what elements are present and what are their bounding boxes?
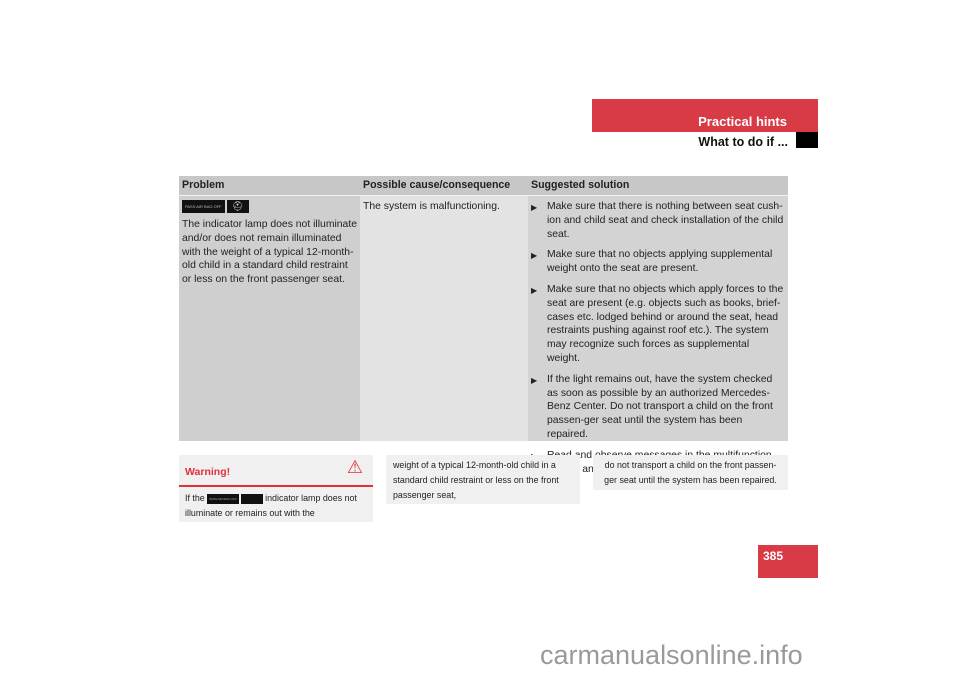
cause-text: The system is malfunctioning. (363, 201, 500, 212)
page-number: 385 (758, 545, 818, 578)
solution-cell: ▶ Make sure that there is nothing between… (528, 195, 788, 475)
subsection-title: What to do if ... (698, 135, 788, 149)
warning-triangle-icon: ⚠ (346, 457, 363, 477)
warning-title: Warning! (185, 466, 231, 478)
solution-item: ▶ Make sure that no objects which apply f… (531, 283, 784, 364)
bullet-arrow-icon: ▶ (531, 285, 538, 295)
section-title: Practical hints (698, 114, 787, 129)
solution-item: ▶ If the light remains out, have the syst… (531, 373, 773, 440)
column-header-solution: Suggested solution (528, 176, 788, 195)
watermark: carmanualsonline.info (540, 640, 803, 670)
warning-continuation-2: do not transport a child on the front pa… (593, 455, 788, 490)
airbag-off-lamp-icon: PASS AIR BAG OFF (207, 493, 239, 504)
warning-box: Warning! ⚠ If the PASS AIR BAG OFF indica… (179, 455, 373, 522)
section-band: Practical hints (592, 99, 818, 132)
section-marker (796, 132, 818, 148)
column-header-cause: Possible cause/consequence (360, 176, 528, 195)
child-seat-icon: ⛑ (226, 200, 249, 213)
warning-text: If the PASS AIR BAG OFF indicator lamp d… (185, 493, 357, 518)
troubleshooting-table: Problem Possible cause/consequence Sugge… (179, 176, 788, 475)
cause-cell: The system is malfunctioning. (360, 195, 528, 441)
bullet-arrow-icon: ▶ (531, 203, 538, 212)
airbag-off-lamp-icon: PASS AIR BAG OFF (182, 200, 225, 213)
problem-text: The indicator lamp does not illuminate a… (182, 219, 358, 286)
child-seat-icon (240, 493, 263, 504)
warning-continuation-1: weight of a typical 12-month-old child i… (386, 455, 580, 504)
problem-cell: PASS AIR BAG OFF ⛑ The indicator lamp doe… (179, 195, 360, 441)
bullet-arrow-icon: ▶ (531, 375, 538, 385)
column-header-problem: Problem (179, 176, 360, 195)
solution-item: ▶ Make sure that no objects applying supp… (531, 249, 773, 275)
solution-item: ▶ Make sure that there is nothing between… (531, 201, 784, 240)
bullet-arrow-icon: ▶ (531, 251, 538, 261)
